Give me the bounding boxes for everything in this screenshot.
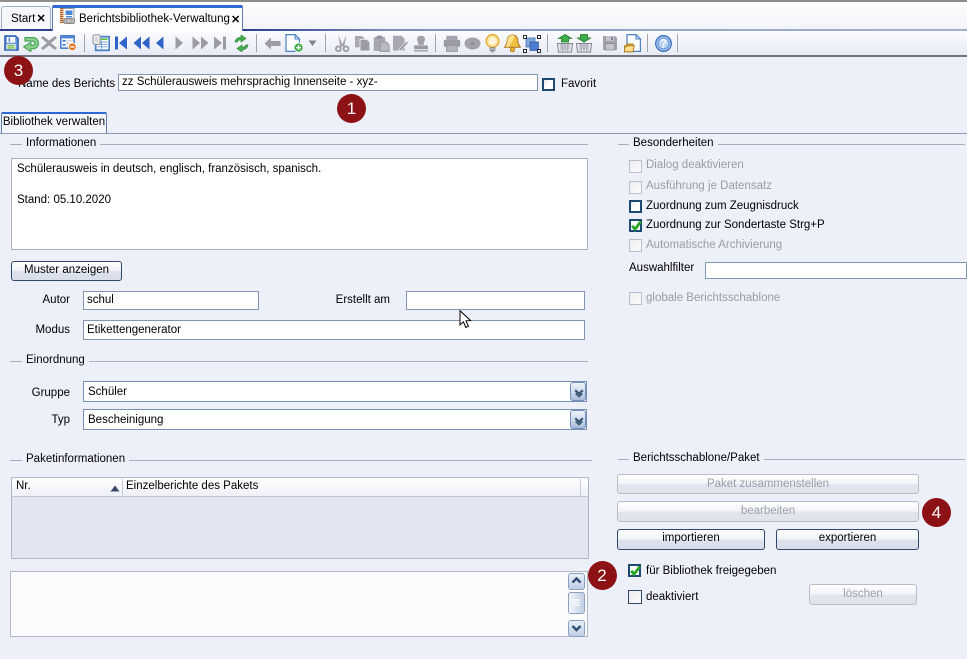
svg-text:?: ? [660,39,667,51]
